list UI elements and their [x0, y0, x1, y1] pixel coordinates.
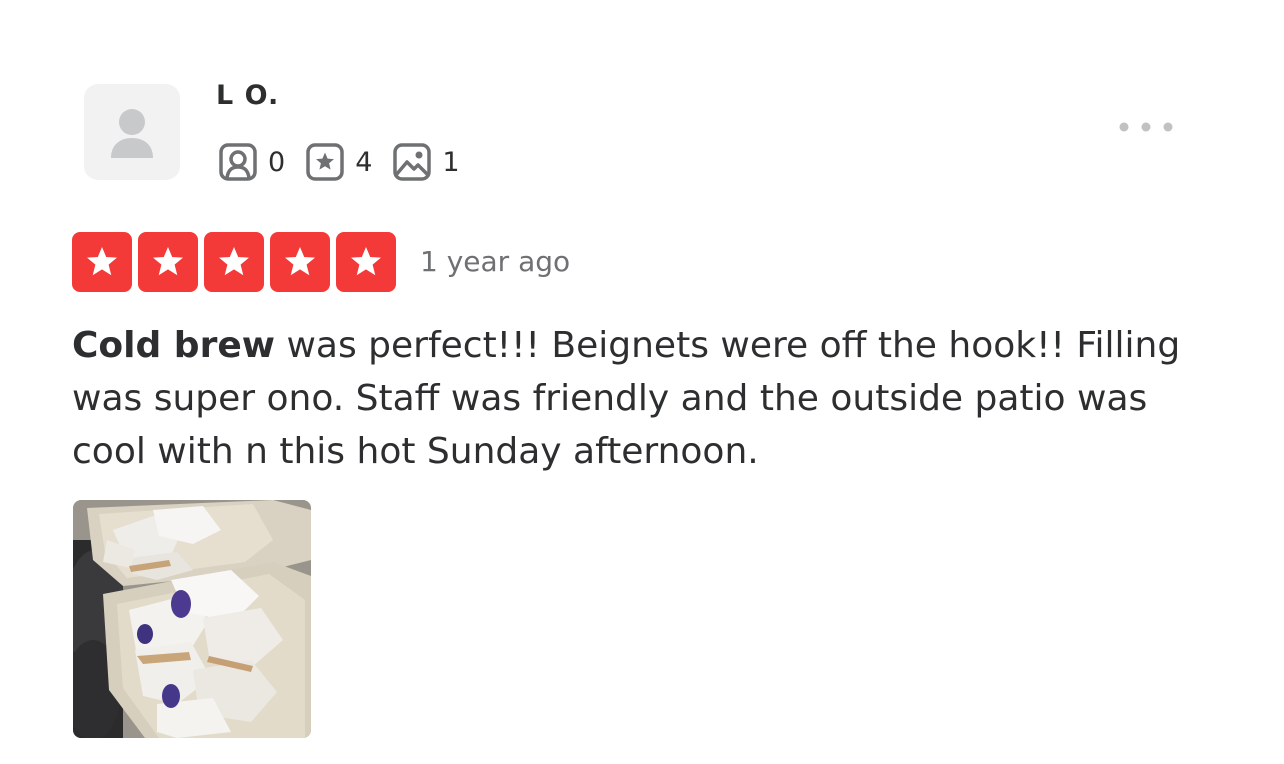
star-icon: [87, 247, 117, 276]
rating-star-3: [204, 232, 264, 292]
star-icon: [153, 247, 183, 276]
star-icon: [351, 247, 381, 276]
rating-star-1: [72, 232, 132, 292]
rating-star-4: [270, 232, 330, 292]
star-icon: [285, 247, 315, 276]
more-options-button[interactable]: [1108, 110, 1184, 144]
user-stats: 0 4 1: [218, 142, 480, 182]
star-rating: [72, 232, 402, 292]
beignets-photo-image: [73, 500, 311, 738]
rating-star-5: [336, 232, 396, 292]
avatar[interactable]: [84, 84, 180, 180]
photos-stat: 1: [392, 142, 460, 182]
photos-count: 1: [442, 146, 460, 178]
reviews-count: 4: [355, 146, 373, 178]
user-name[interactable]: L O.: [216, 80, 279, 111]
review-photo[interactable]: [73, 500, 311, 738]
friends-icon: [219, 143, 257, 181]
star-icon: [219, 247, 249, 276]
review-highlight: Cold brew: [72, 325, 275, 366]
user-silhouette-icon: [111, 109, 153, 158]
review-text: Cold brew was perfect!!! Beignets were o…: [72, 319, 1182, 478]
reviews-stat: 4: [305, 142, 372, 182]
review-timestamp: 1 year ago: [420, 245, 571, 278]
friends-count: 0: [268, 146, 286, 178]
more-dots-icon: [1119, 122, 1173, 132]
photo-icon: [393, 143, 432, 181]
friends-stat: 0: [218, 142, 285, 182]
review-star-icon: [306, 143, 344, 181]
rating-star-2: [138, 232, 198, 292]
